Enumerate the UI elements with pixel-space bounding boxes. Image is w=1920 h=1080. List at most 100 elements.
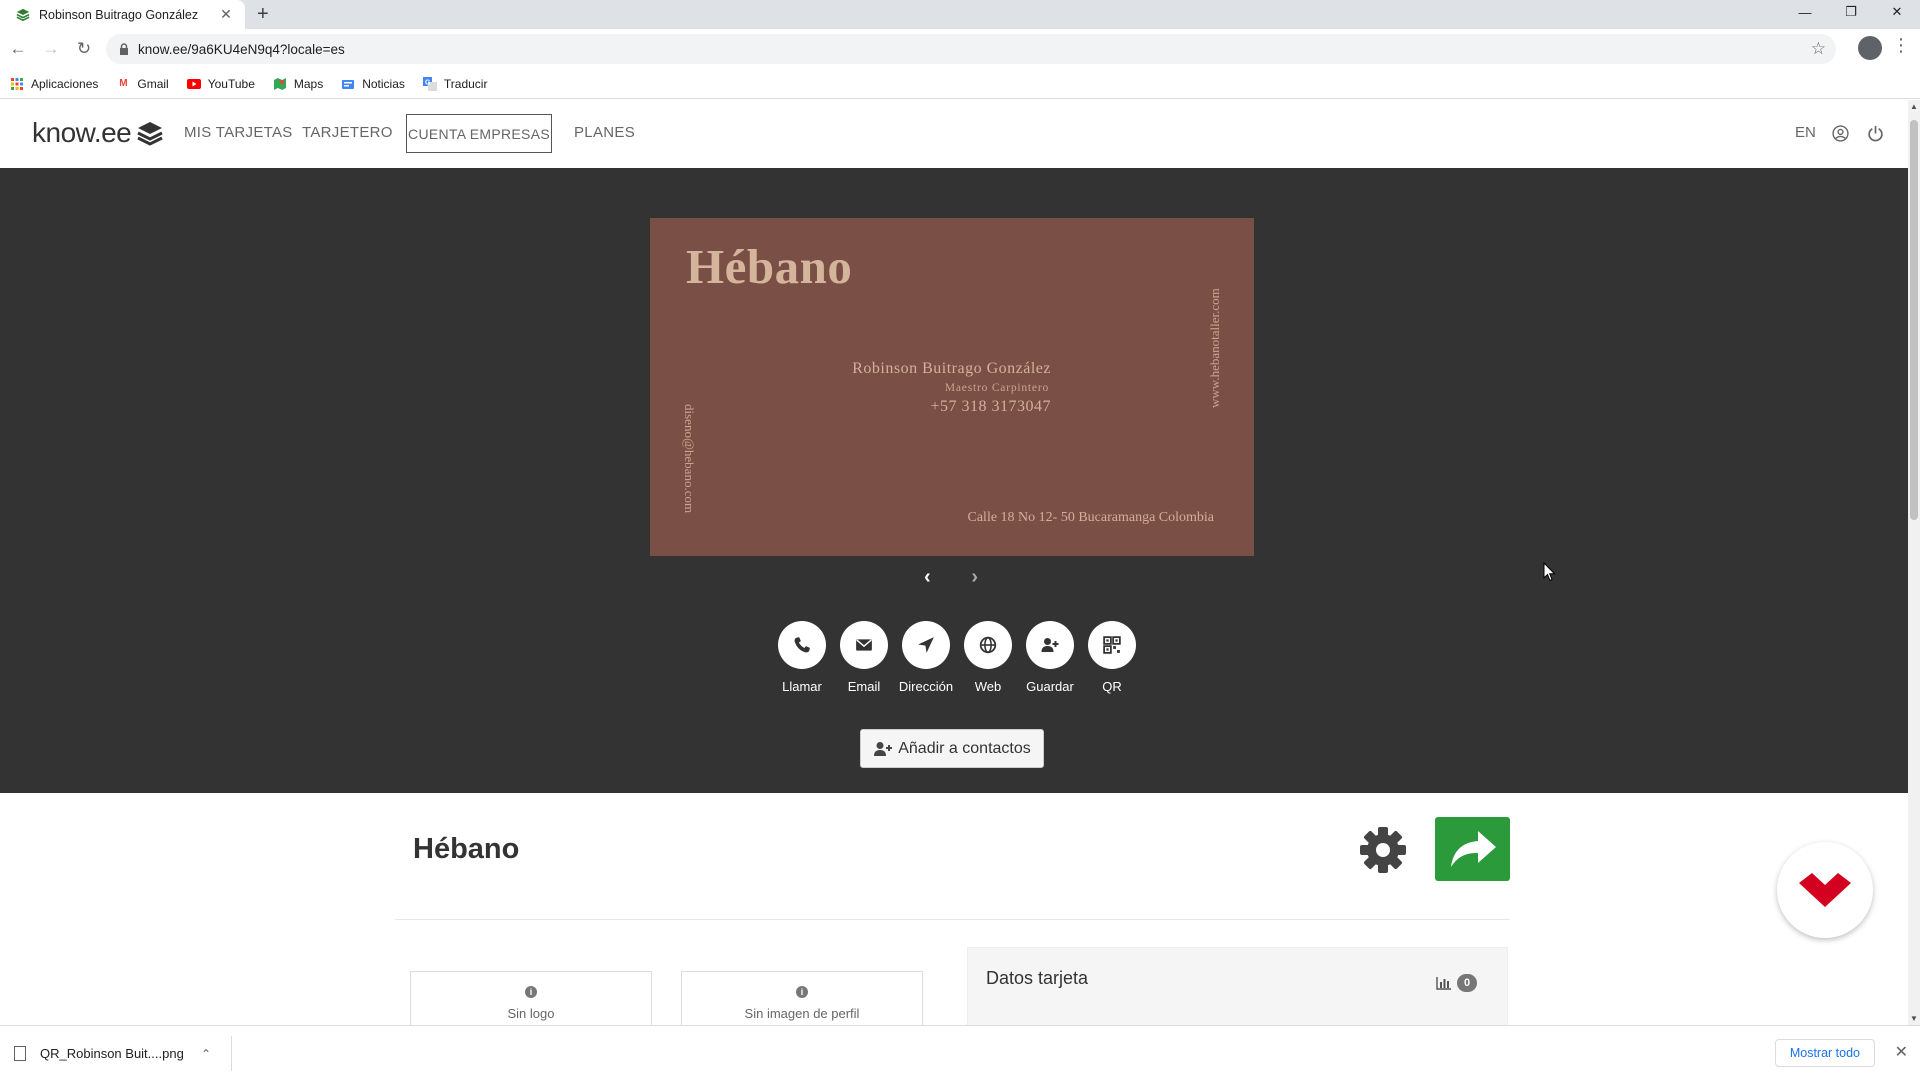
- page-scrollbar[interactable]: ▲ ▼: [1908, 100, 1920, 1025]
- scroll-down-icon[interactable]: ▼: [1908, 1014, 1920, 1023]
- nav-cuenta-empresas[interactable]: CUENTA EMPRESAS: [406, 114, 552, 153]
- page-viewport: know.ee MIS TARJETAS TARJETERO CUENTA EM…: [0, 100, 1908, 1025]
- action-label: Guardar: [1026, 679, 1074, 694]
- close-download-bar-icon[interactable]: ✕: [1895, 1042, 1908, 1062]
- action-label: Dirección: [898, 679, 954, 694]
- no-profile-image-text: Sin imagen de perfil: [744, 1006, 860, 1021]
- action-label: Web: [974, 679, 1002, 694]
- gmail-icon: M: [119, 78, 128, 89]
- chevron-up-icon[interactable]: ⌃: [201, 1047, 211, 1061]
- bookmark-label: Maps: [293, 76, 324, 91]
- minimize-icon[interactable]: —: [1782, 0, 1828, 24]
- apps-grid-icon: [10, 77, 24, 91]
- contact-actions: Llamar Email Dirección Web Guardar QR: [771, 621, 1143, 694]
- nav-tarjetero[interactable]: TARJETERO: [302, 124, 393, 141]
- chevron-right-icon[interactable]: ›: [971, 566, 978, 590]
- gear-icon[interactable]: [1358, 825, 1408, 875]
- bookmark-maps[interactable]: Maps: [273, 77, 323, 91]
- bookmark-gmail[interactable]: M Gmail: [116, 76, 169, 91]
- logo-placeholder[interactable]: i Sin logo: [410, 971, 652, 1025]
- business-card-image: Hébano Robinson Buitrago González Maestr…: [650, 218, 1254, 556]
- download-bar: QR_Robinson Buit....png ⌃ Mostrar todo ✕: [0, 1025, 1920, 1080]
- location-arrow-icon[interactable]: [902, 621, 950, 669]
- window-controls: — ❐ ✕: [1782, 0, 1920, 24]
- language-switch[interactable]: EN: [1795, 124, 1816, 141]
- lock-icon: [120, 43, 128, 55]
- tab-title: Robinson Buitrago González: [39, 7, 199, 22]
- envelope-icon[interactable]: [840, 621, 888, 669]
- floating-brand-logo[interactable]: [1777, 842, 1873, 938]
- bookmark-label: Gmail: [137, 76, 169, 91]
- action-qr[interactable]: QR: [1081, 621, 1143, 694]
- share-button[interactable]: [1435, 817, 1510, 881]
- qrcode-icon[interactable]: [1088, 621, 1136, 669]
- profile-icon[interactable]: [1858, 36, 1882, 60]
- scroll-up-icon[interactable]: ▲: [1908, 102, 1920, 111]
- divider: [395, 919, 1510, 920]
- stats-count-badge: 0: [1457, 974, 1477, 992]
- browser-toolbar: ← → ↻ know.ee/9a6KU4eN9q4?locale=es ☆ ⋮: [0, 29, 1920, 69]
- reload-icon[interactable]: ↻: [69, 34, 99, 64]
- restore-icon[interactable]: ❐: [1828, 0, 1874, 24]
- close-window-icon[interactable]: ✕: [1874, 0, 1920, 24]
- globe-icon[interactable]: [964, 621, 1012, 669]
- add-to-contacts-button[interactable]: Añadir a contactos: [860, 729, 1044, 768]
- knowee-logo[interactable]: know.ee: [32, 117, 163, 149]
- forward-icon[interactable]: →: [36, 34, 66, 64]
- tab-close-icon[interactable]: ✕: [217, 6, 235, 23]
- chevron-left-icon[interactable]: ‹: [924, 566, 931, 590]
- bookmark-star-icon[interactable]: ☆: [1811, 39, 1826, 59]
- bookmark-apps[interactable]: Aplicaciones: [10, 77, 98, 91]
- action-web[interactable]: Web: [957, 621, 1019, 694]
- nav-mis-tarjetas[interactable]: MIS TARJETAS: [184, 124, 293, 141]
- bookmark-youtube[interactable]: YouTube: [186, 76, 255, 91]
- bookmarks-bar: Aplicaciones M Gmail YouTube Maps Notici…: [0, 69, 1920, 99]
- power-logout-icon[interactable]: [1867, 125, 1884, 142]
- svg-text:G: G: [425, 79, 431, 86]
- card-hero: Hébano Robinson Buitrago González Maestr…: [0, 168, 1908, 793]
- profile-image-placeholder[interactable]: i Sin imagen de perfil: [681, 971, 923, 1025]
- card-email: diseno@hebano.com: [682, 404, 697, 514]
- user-plus-icon[interactable]: [1026, 621, 1074, 669]
- download-item[interactable]: QR_Robinson Buit....png ⌃: [14, 1036, 232, 1071]
- card-person-name: Robinson Buitrago González: [852, 360, 1051, 377]
- browser-tab[interactable]: Robinson Buitrago González ✕: [0, 0, 245, 29]
- logo-text: know.ee: [32, 117, 132, 148]
- scrollbar-thumb[interactable]: [1910, 120, 1918, 520]
- action-llamar[interactable]: Llamar: [771, 621, 833, 694]
- add-to-contacts-label: Añadir a contactos: [898, 739, 1031, 757]
- knowee-favicon-icon: [15, 7, 31, 23]
- card-stats[interactable]: 0: [1436, 974, 1477, 992]
- bar-chart-icon: [1436, 977, 1451, 990]
- show-all-downloads-button[interactable]: Mostrar todo: [1774, 1039, 1875, 1067]
- url-text[interactable]: know.ee/9a6KU4eN9q4?locale=es: [138, 42, 345, 57]
- action-direccion[interactable]: Dirección: [895, 621, 957, 694]
- chrome-menu-icon[interactable]: ⋮: [1892, 35, 1910, 56]
- news-icon: [341, 77, 355, 91]
- address-bar[interactable]: know.ee/9a6KU4eN9q4?locale=es ☆: [106, 34, 1836, 64]
- bookmark-label: YouTube: [207, 76, 255, 91]
- card-role: Maestro Carpintero: [944, 382, 1049, 394]
- layers-logo-icon: [137, 122, 163, 146]
- site-navbar: know.ee MIS TARJETAS TARJETERO CUENTA EM…: [0, 100, 1908, 168]
- card-phone: +57 318 3173047: [930, 398, 1051, 415]
- card-data-title: Datos tarjeta: [986, 968, 1089, 988]
- mouse-cursor-icon: [1543, 561, 1557, 582]
- nav-planes[interactable]: PLANES: [574, 124, 635, 141]
- bookmark-news[interactable]: Noticias: [341, 77, 405, 91]
- phone-icon[interactable]: [778, 621, 826, 669]
- card-brand: Hébano: [686, 239, 853, 294]
- card-address: Calle 18 No 12- 50 Bucaramanga Colombia: [967, 510, 1215, 525]
- action-guardar[interactable]: Guardar: [1019, 621, 1081, 694]
- card-detail-title: Hébano: [413, 833, 520, 865]
- back-icon[interactable]: ←: [3, 34, 33, 64]
- info-icon: i: [525, 986, 537, 998]
- share-arrow-icon: [1450, 831, 1496, 867]
- action-email[interactable]: Email: [833, 621, 895, 694]
- youtube-icon: [186, 77, 201, 91]
- bookmark-translate[interactable]: G Traducir: [422, 76, 487, 91]
- new-tab-button[interactable]: +: [257, 3, 269, 25]
- user-account-icon[interactable]: [1832, 125, 1849, 142]
- card-data-panel: Datos tarjeta 0: [967, 947, 1508, 1025]
- tab-strip: Robinson Buitrago González ✕ + — ❐ ✕: [0, 0, 1920, 29]
